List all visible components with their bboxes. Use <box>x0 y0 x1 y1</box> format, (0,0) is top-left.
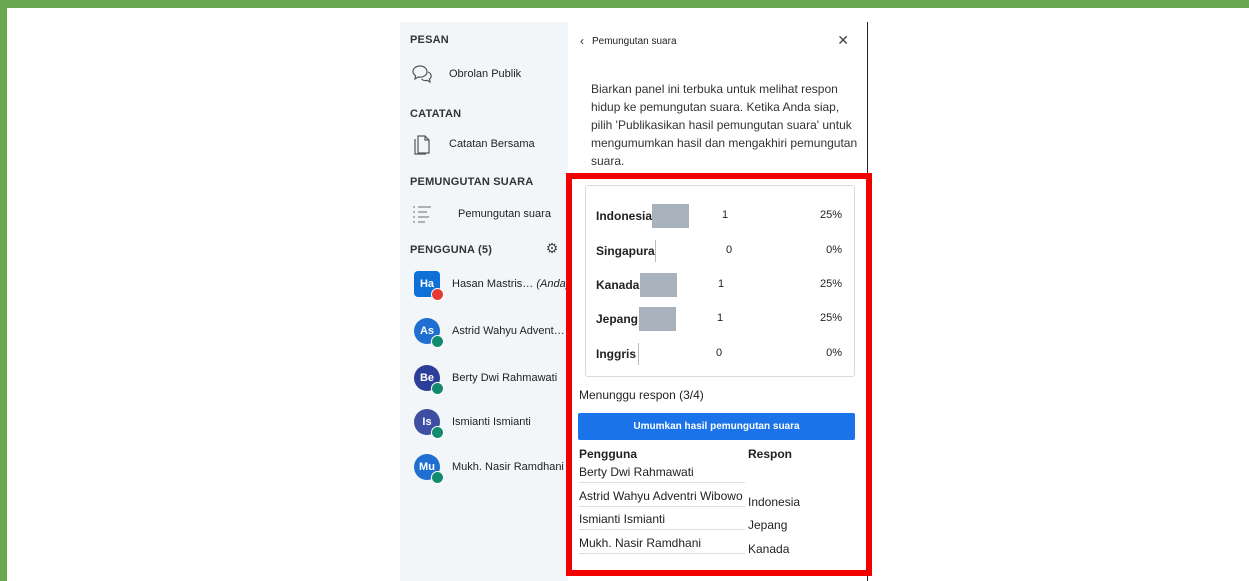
avatar: Be <box>414 365 444 395</box>
shared-notes-label: Catatan Bersama <box>449 138 535 150</box>
frame-left-border <box>0 0 7 581</box>
panel-title: Pemungutan suara <box>592 35 677 47</box>
close-icon[interactable]: ✕ <box>837 32 849 49</box>
shared-notes-item[interactable]: Catatan Bersama <box>410 130 535 158</box>
list-icon <box>410 202 434 226</box>
back-button[interactable]: ‹ Pemungutan suara <box>580 34 677 48</box>
presenter-badge-icon <box>431 288 444 301</box>
avatar-initials: Is <box>422 416 432 428</box>
highlight-box <box>566 173 872 576</box>
document-icon <box>410 132 434 156</box>
avatar-initials: Be <box>419 372 435 384</box>
avatar: As <box>414 318 444 348</box>
avatar-initials: Mu <box>419 461 435 473</box>
public-chat-item[interactable]: Obrolan Publik <box>410 60 521 88</box>
chat-icon <box>410 62 434 86</box>
user-list-item[interactable]: Be Berty Dwi Rahmawati <box>414 361 557 395</box>
user-name-text: Hasan Mastris… <box>452 278 534 290</box>
polling-item[interactable]: Pemungutan suara <box>410 200 551 228</box>
user-name: Berty Dwi Rahmawati <box>452 372 558 384</box>
user-name: Astrid Wahyu Advent… <box>452 325 565 337</box>
user-list-item[interactable]: Is Ismianti Ismianti <box>414 405 531 439</box>
user-self-tag: (Anda) <box>536 278 570 290</box>
avatar-initials: Ha <box>419 278 435 290</box>
status-badge-icon <box>431 426 444 439</box>
avatar: Mu <box>414 454 444 484</box>
avatar-initials: As <box>419 325 435 337</box>
status-badge-icon <box>431 335 444 348</box>
notes-section-title: CATATAN <box>410 108 462 120</box>
user-list-item[interactable]: As Astrid Wahyu Advent… <box>414 314 565 348</box>
avatar: Is <box>414 409 444 439</box>
user-name: Hasan Mastris… (Anda) <box>452 278 569 290</box>
status-badge-icon <box>431 382 444 395</box>
frame-top-border <box>0 0 1249 8</box>
messages-section-title: PESAN <box>410 34 449 46</box>
chevron-left-icon: ‹ <box>580 34 584 48</box>
users-section-title: PENGGUNA (5) <box>410 244 493 256</box>
sidebar: PESAN Obrolan Publik CATATAN Catatan Ber… <box>400 22 569 581</box>
avatar: Ha <box>414 271 444 301</box>
user-list-item[interactable]: Ha Hasan Mastris… (Anda) <box>414 267 569 301</box>
gear-icon[interactable]: ⚙ <box>544 240 560 256</box>
status-badge-icon <box>431 471 444 484</box>
public-chat-label: Obrolan Publik <box>449 68 522 80</box>
user-name: Ismianti Ismianti <box>452 416 531 428</box>
panel-description: Biarkan panel ini terbuka untuk melihat … <box>591 82 858 168</box>
polling-section-title: PEMUNGUTAN SUARA <box>410 176 534 188</box>
user-name: Mukh. Nasir Ramdhani <box>452 461 564 473</box>
panel-header: ‹ Pemungutan suara ✕ <box>580 32 855 50</box>
user-list-item[interactable]: Mu Mukh. Nasir Ramdhani <box>414 450 564 484</box>
polling-label: Pemungutan suara <box>458 208 551 220</box>
